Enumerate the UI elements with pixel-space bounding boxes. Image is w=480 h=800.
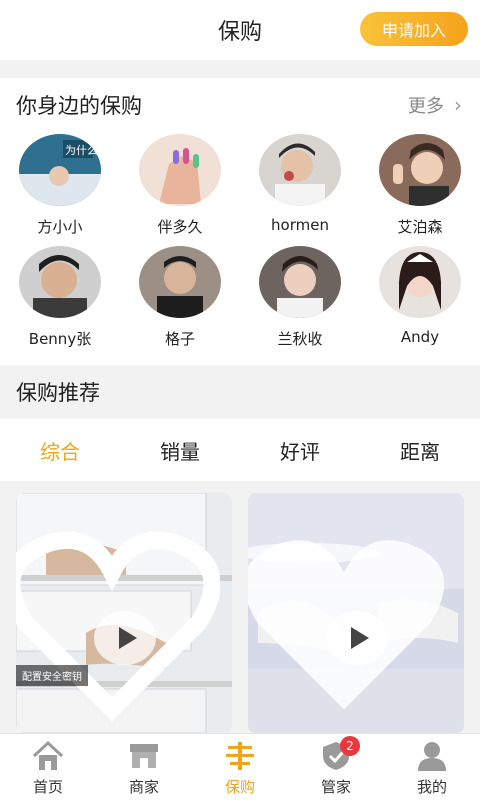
person-name: hormen [271, 216, 329, 234]
person-name: Andy [400, 328, 440, 346]
avatar: 为什么 [19, 134, 101, 206]
avatar [259, 134, 341, 206]
person-name: 兰秋收 [277, 330, 323, 348]
person-name: 格子 [164, 330, 195, 348]
tab-baogou[interactable]: 保购 [192, 734, 288, 800]
tab-comprehensive[interactable]: 综合 [40, 436, 80, 465]
baogou-icon [226, 742, 254, 770]
person-name: 方小小 [37, 218, 83, 236]
avatar [259, 246, 341, 318]
shop-icon [130, 744, 158, 768]
person-item[interactable]: Andy [360, 244, 480, 356]
bottom-tabbar: 首页 商家 保购 2 管家 我的 [0, 733, 480, 800]
video-card[interactable] [248, 493, 464, 733]
nearby-title: 你身边的保购 [16, 94, 142, 118]
avatar [19, 246, 101, 318]
person-item[interactable]: 为什么 方小小 [0, 132, 120, 244]
nearby-people-grid: 为什么 方小小 伴多久 hormen 艾泊森 Benny张 格子 兰秋收 And… [0, 132, 480, 356]
person-item[interactable]: 伴多久 [120, 132, 240, 244]
home-icon [32, 740, 64, 770]
more-label: 更多 [408, 96, 444, 117]
tab-butler[interactable]: 2 管家 [288, 734, 384, 800]
top-header: 保购 申请加入 [0, 0, 480, 60]
video-caption: 配置安全密钥 [16, 665, 88, 686]
person-name: 艾泊森 [397, 218, 443, 236]
svg-text:为什么: 为什么 [65, 144, 98, 157]
more-link[interactable]: 更多 › [408, 92, 462, 118]
tab-label: 管家 [320, 778, 351, 796]
person-item[interactable]: hormen [240, 132, 360, 244]
sort-tabs: 综合 销量 好评 距离 [0, 419, 480, 481]
nearby-section: 你身边的保购 更多 › 为什么 方小小 伴多久 hormen 艾泊森 Benny… [0, 78, 480, 365]
person-item[interactable]: 兰秋收 [240, 244, 360, 356]
play-icon[interactable] [326, 611, 388, 665]
apply-join-button[interactable]: 申请加入 [360, 12, 468, 46]
recommend-feed: 配置安全密钥 [0, 481, 480, 733]
avatar [379, 134, 461, 206]
play-icon[interactable] [94, 611, 156, 665]
tab-shop[interactable]: 商家 [96, 734, 192, 800]
tab-rating[interactable]: 好评 [280, 436, 320, 465]
notification-badge: 2 [340, 736, 360, 756]
nearby-header: 你身边的保购 更多 › [0, 78, 480, 132]
tab-distance[interactable]: 距离 [400, 436, 440, 465]
tab-label: 首页 [32, 778, 63, 796]
person-item[interactable]: 艾泊森 [360, 132, 480, 244]
person-item[interactable]: Benny张 [0, 244, 120, 356]
avatar [139, 246, 221, 318]
tab-profile[interactable]: 我的 [384, 734, 480, 800]
avatar [379, 246, 461, 318]
recommend-title: 保购推荐 [0, 365, 480, 419]
avatar [139, 134, 221, 206]
person-name: Benny张 [28, 330, 92, 348]
video-card[interactable]: 配置安全密钥 [16, 493, 232, 733]
chevron-right-icon: › [454, 93, 462, 117]
profile-icon [418, 742, 446, 771]
tab-sales[interactable]: 销量 [160, 436, 200, 465]
person-name: 伴多久 [157, 218, 203, 236]
tab-label: 我的 [416, 778, 447, 796]
tab-home[interactable]: 首页 [0, 734, 96, 800]
person-item[interactable]: 格子 [120, 244, 240, 356]
tab-label: 保购 [224, 778, 255, 796]
tab-label: 商家 [128, 778, 159, 796]
page-title: 保购 [217, 20, 262, 45]
